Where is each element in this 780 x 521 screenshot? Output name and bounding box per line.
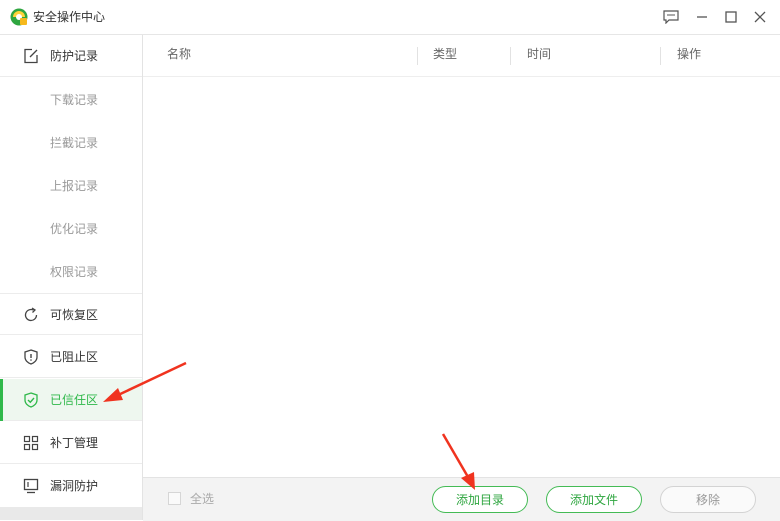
app-logo-icon: [10, 8, 28, 26]
column-divider: [417, 47, 418, 65]
column-header-type[interactable]: 类型: [433, 46, 457, 62]
sidebar-item-label: 已信任区: [50, 393, 99, 407]
remove-button[interactable]: 移除: [660, 486, 756, 513]
table-header: 名称 类型 时间 操作: [143, 35, 780, 77]
sidebar-item-label: 补丁管理: [50, 436, 99, 450]
sidebar-subitem-permission-records[interactable]: 权限记录: [0, 250, 142, 293]
feedback-icon[interactable]: [661, 7, 681, 27]
edit-record-icon: [23, 48, 39, 64]
shield-check-icon: [23, 392, 39, 408]
title-bar: 安全操作中心: [0, 0, 780, 35]
footer-toolbar: 全选 添加目录 添加文件 移除: [143, 477, 780, 521]
sidebar-item-label: 优化记录: [50, 222, 99, 236]
trusted-list-panel: 名称 类型 时间 操作: [143, 35, 780, 477]
column-header-name[interactable]: 名称: [167, 46, 191, 62]
minimize-icon[interactable]: [692, 7, 712, 27]
sidebar-item-label: 下载记录: [50, 93, 99, 107]
patch-grid-icon: [23, 435, 39, 451]
column-divider: [510, 47, 511, 65]
sidebar-nav: 防护记录 下载记录 拦截记录 上报记录 优化记录 权限记录 可恢复区 已阻止区 …: [0, 35, 143, 520]
sidebar-subitem-block-records[interactable]: 拦截记录: [0, 121, 142, 164]
sidebar-item-protection-records[interactable]: 防护记录: [0, 35, 142, 77]
sidebar-item-label: 上报记录: [50, 179, 99, 193]
sidebar-bottom-strip: [0, 507, 142, 520]
maximize-icon[interactable]: [721, 7, 741, 27]
close-icon[interactable]: [750, 7, 770, 27]
sidebar-item-patch-management[interactable]: 补丁管理: [0, 422, 142, 464]
window-title: 安全操作中心: [33, 10, 106, 24]
select-all-label: 全选: [190, 492, 215, 506]
sidebar-item-label: 可恢复区: [50, 308, 99, 322]
table-body-empty: [143, 77, 780, 477]
column-header-time[interactable]: 时间: [527, 46, 551, 62]
sidebar-item-label: 防护记录: [50, 49, 99, 63]
add-directory-button[interactable]: 添加目录: [432, 486, 528, 513]
shield-alert-icon: [23, 349, 39, 365]
sidebar-item-label: 权限记录: [50, 265, 99, 279]
monitor-icon: [23, 478, 39, 494]
sidebar-item-blocked[interactable]: 已阻止区: [0, 336, 142, 378]
sidebar-item-label: 漏洞防护: [50, 479, 99, 493]
sidebar-item-label: 已阻止区: [50, 350, 99, 364]
sidebar-item-label: 拦截记录: [50, 136, 99, 150]
sidebar-item-recoverable[interactable]: 可恢复区: [0, 293, 142, 335]
select-all-checkbox[interactable]: [168, 492, 181, 505]
column-header-action[interactable]: 操作: [677, 46, 701, 62]
sidebar-subitem-report-records[interactable]: 上报记录: [0, 164, 142, 207]
active-indicator: [0, 379, 3, 421]
column-divider: [660, 47, 661, 65]
add-file-button[interactable]: 添加文件: [546, 486, 642, 513]
sidebar-subitem-optimize-records[interactable]: 优化记录: [0, 207, 142, 250]
restore-icon: [23, 307, 39, 323]
sidebar-item-vulnerability-protection[interactable]: 漏洞防护: [0, 465, 142, 507]
sidebar-item-trusted[interactable]: 已信任区: [0, 379, 142, 421]
sidebar-subitem-download-records[interactable]: 下载记录: [0, 78, 142, 121]
